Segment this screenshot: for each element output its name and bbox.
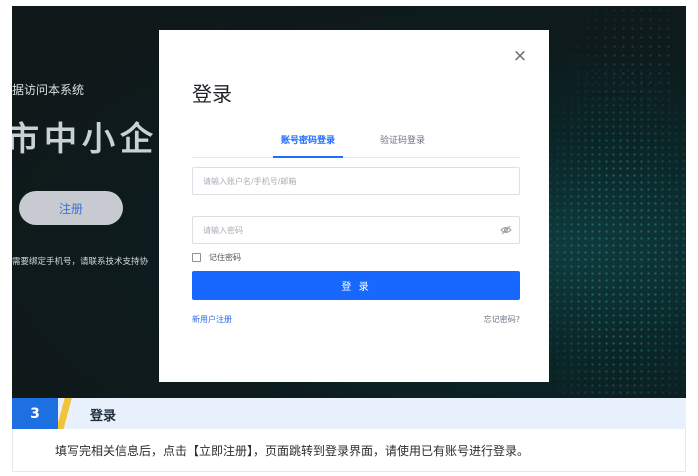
remember-label: 记住密码 (209, 253, 241, 262)
screenshot-area: 据访问本系统 市中小企业 注册 需要绑定手机号，请联系技术支持协 × 登录 账号… (12, 6, 686, 398)
close-icon[interactable]: × (512, 48, 528, 65)
step-slash-decoration (58, 398, 72, 429)
background-register-button[interactable]: 注册 (19, 191, 123, 225)
tab-code-login[interactable]: 验证码登录 (380, 133, 425, 146)
particle-decoration-top (556, 6, 676, 126)
step-title: 登录 (90, 409, 117, 424)
step-header: 3 登录 (12, 398, 686, 429)
login-button[interactable]: 登 录 (192, 271, 520, 300)
remember-checkbox[interactable] (192, 253, 201, 262)
password-placeholder: 请输入密码 (203, 226, 243, 235)
account-input[interactable]: 请输入账户名/手机号/邮箱 (192, 167, 520, 195)
background-note: 需要绑定手机号，请联系技术支持协 (12, 257, 149, 267)
step-description-box: 填写完相关信息后，点击【立即注册】，页面跳转到登录界面，请使用已有账号进行登录。 (12, 429, 686, 472)
tab-password-login[interactable]: 账号密码登录 (272, 133, 344, 158)
modal-title: 登录 (192, 82, 232, 106)
account-placeholder: 请输入账户名/手机号/邮箱 (203, 177, 297, 186)
remember-password[interactable]: 记住密码 (192, 252, 241, 263)
password-input[interactable]: 请输入密码 (192, 216, 520, 244)
login-tabs: 账号密码登录 验证码登录 (192, 130, 520, 158)
background-subtitle: 据访问本系统 (12, 83, 85, 97)
eye-off-icon[interactable] (500, 225, 512, 235)
new-user-register-link[interactable]: 新用户注册 (192, 314, 232, 325)
step-number: 3 (12, 398, 58, 429)
step-description: 填写完相关信息后，点击【立即注册】，页面跳转到登录界面，请使用已有账号进行登录。 (55, 444, 530, 458)
login-modal: × 登录 账号密码登录 验证码登录 请输入账户名/手机号/邮箱 请输入密码 记住… (159, 30, 549, 382)
forgot-password-link[interactable]: 忘记密码? (484, 314, 520, 325)
